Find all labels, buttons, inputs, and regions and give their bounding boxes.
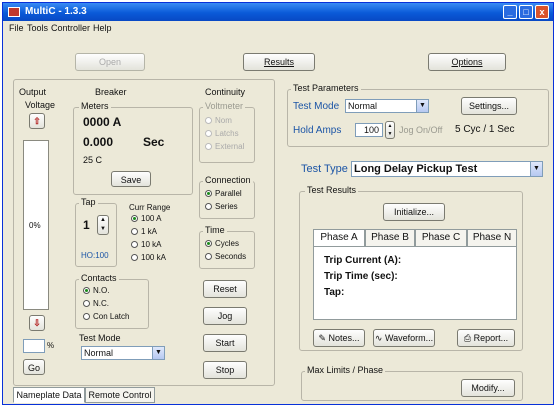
go-button[interactable]: Go — [23, 359, 45, 375]
left-test-mode-label: Test Mode — [79, 333, 121, 343]
meter-temp: 25 C — [83, 155, 103, 165]
connection-option-parallel[interactable]: Parallel — [205, 189, 242, 198]
tab-remote-control[interactable]: Remote Control — [85, 387, 155, 403]
app-window: MultiC - 1.3.3 _ □ x File Tools Controll… — [2, 2, 554, 405]
reset-button[interactable]: Reset — [203, 280, 247, 298]
tab-phase-c[interactable]: Phase C — [415, 229, 467, 247]
contacts-option-no[interactable]: N.O. — [83, 286, 109, 295]
time-option-seconds[interactable]: Seconds — [205, 252, 246, 261]
settings-button[interactable]: Settings... — [461, 97, 517, 115]
minimize-button[interactable]: _ — [503, 5, 517, 19]
tap-spinner[interactable]: ▲ ▼ — [97, 215, 109, 235]
meter-time-unit: Sec — [143, 135, 165, 149]
curr-range-label: Curr Range — [129, 203, 171, 212]
curr-range-option-100ka[interactable]: 100 kA — [131, 253, 166, 262]
voltage-slider[interactable]: 0% — [23, 140, 49, 310]
chevron-down-icon: ▼ — [152, 347, 164, 359]
voltage-label: Voltage — [25, 100, 56, 110]
meter-time: 0.000 — [83, 135, 114, 149]
output-label: Output — [19, 87, 47, 97]
hold-amps-label: Hold Amps — [293, 125, 342, 136]
hold-amps-input[interactable]: 100 — [355, 123, 383, 137]
trip-time-label: Trip Time (sec): — [324, 271, 398, 282]
time-group — [199, 231, 255, 269]
tap-result-label: Tap: — [324, 287, 345, 298]
time-option-cycles[interactable]: Cycles — [205, 239, 239, 248]
curr-range-option-1ka[interactable]: 1 kA — [131, 227, 157, 236]
save-button[interactable]: Save — [111, 171, 151, 187]
chevron-down-icon: ▼ — [530, 162, 542, 176]
chevron-down-icon: ▼ — [416, 100, 428, 112]
open-button[interactable]: Open — [75, 53, 145, 71]
voltage-unit: % — [47, 341, 55, 350]
voltage-down-icon[interactable]: ⇩ — [29, 315, 45, 331]
tap-sub-label: HO:100 — [81, 251, 109, 260]
menu-controller[interactable]: Controller — [51, 23, 90, 33]
voltmeter-option-latchs[interactable]: Latchs — [205, 129, 239, 138]
initialize-button[interactable]: Initialize... — [383, 203, 445, 221]
options-button[interactable]: Options — [428, 53, 506, 71]
test-results-label: Test Results — [305, 185, 359, 195]
tab-nameplate-data[interactable]: Nameplate Data — [13, 387, 85, 403]
voltmeter-option-external[interactable]: External — [205, 142, 244, 151]
contacts-option-con-latch[interactable]: Con Latch — [83, 312, 129, 321]
hold-amps-spinner[interactable]: ▲ ▼ — [385, 121, 395, 139]
voltage-up-icon[interactable]: ⇧ — [29, 113, 45, 129]
voltmeter-label: Voltmeter — [203, 101, 246, 111]
window-title: MultiC - 1.3.3 — [25, 6, 87, 17]
jog-value: 5 Cyc / 1 Sec — [455, 124, 515, 135]
modify-button[interactable]: Modify... — [461, 379, 515, 397]
test-parameters-label: Test Parameters — [291, 83, 361, 93]
menu-file[interactable]: File — [9, 23, 24, 33]
breaker-label: Breaker — [95, 87, 127, 97]
trip-current-label: Trip Current (A): — [324, 255, 402, 266]
test-mode-label: Test Mode — [293, 101, 340, 112]
waveform-button[interactable]: ∿ Waveform... — [373, 329, 435, 347]
notes-icon: ✎ — [318, 333, 326, 343]
test-type-label: Test Type — [301, 163, 348, 175]
menu-tools[interactable]: Tools — [27, 23, 48, 33]
tab-phase-b[interactable]: Phase B — [365, 229, 415, 247]
close-button[interactable]: x — [535, 5, 549, 19]
contacts-label: Contacts — [79, 273, 119, 283]
notes-button[interactable]: ✎ Notes... — [313, 329, 365, 347]
tab-phase-n[interactable]: Phase N — [467, 229, 517, 247]
app-icon — [8, 7, 20, 17]
continuity-label: Continuity — [205, 87, 246, 97]
maximize-button[interactable]: □ — [519, 5, 533, 19]
max-limits-label: Max Limits / Phase — [305, 365, 386, 375]
report-button[interactable]: ⎙ Report... — [457, 329, 515, 347]
contacts-option-nc[interactable]: N.C. — [83, 299, 109, 308]
menu-help[interactable]: Help — [93, 23, 112, 33]
report-icon: ⎙ — [463, 333, 472, 343]
voltmeter-option-nom[interactable]: Nom — [205, 116, 232, 125]
meter-current: 0000 A — [83, 115, 122, 129]
curr-range-option-100a[interactable]: 100 A — [131, 214, 161, 223]
jog-button[interactable]: Jog — [203, 307, 247, 325]
title-bar: MultiC - 1.3.3 _ □ x — [3, 3, 553, 21]
results-button[interactable]: Results — [243, 53, 315, 71]
test-mode-select[interactable]: Normal ▼ — [345, 99, 429, 113]
tap-label: Tap — [79, 197, 98, 207]
voltage-input[interactable] — [23, 339, 45, 353]
tap-value: 1 — [83, 218, 90, 232]
time-label: Time — [203, 225, 227, 235]
left-test-mode-select[interactable]: Normal ▼ — [81, 346, 165, 360]
phase-results-panel: Trip Current (A): Trip Time (sec): Tap: — [313, 246, 517, 320]
test-type-select[interactable]: Long Delay Pickup Test ▼ — [351, 161, 543, 177]
connection-option-series[interactable]: Series — [205, 202, 238, 211]
meters-label: Meters — [79, 101, 111, 111]
voltage-percent: 0% — [29, 221, 41, 230]
jog-label: Jog On/Off — [399, 125, 443, 135]
connection-group — [199, 181, 255, 219]
tab-phase-a[interactable]: Phase A — [313, 229, 365, 247]
waveform-icon: ∿ — [374, 333, 383, 343]
menu-bar: File Tools Controller Help — [3, 21, 553, 37]
connection-label: Connection — [203, 175, 253, 185]
stop-button[interactable]: Stop — [203, 361, 247, 379]
curr-range-option-10ka[interactable]: 10 kA — [131, 240, 161, 249]
start-button[interactable]: Start — [203, 334, 247, 352]
